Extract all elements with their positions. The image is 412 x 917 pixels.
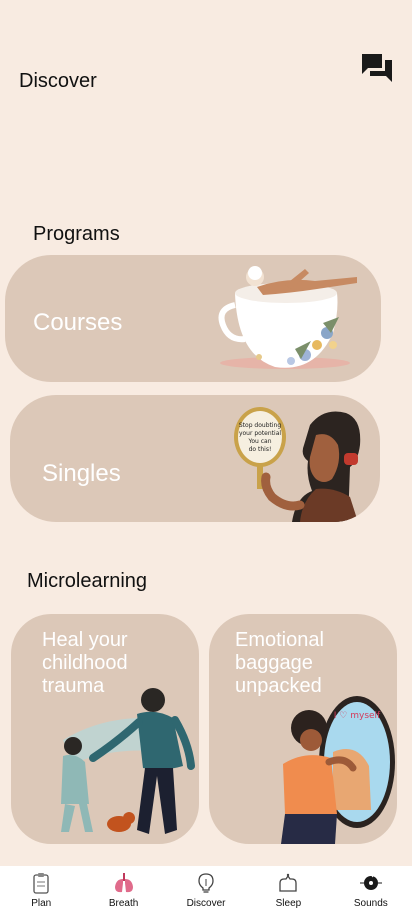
discover-screen: Discover Programs Courses Singles Stop d… xyxy=(0,0,412,917)
page-title: Discover xyxy=(19,70,97,92)
emotional-baggage-label: Emotional baggage unpacked xyxy=(235,629,324,697)
mirror-illustration: Stop doubting your potential You can do … xyxy=(234,407,361,522)
courses-label: Courses xyxy=(33,309,123,336)
emotional-baggage-card[interactable]: Emotional baggage unpacked I ♡ myself xyxy=(209,614,397,844)
svg-text:do this!: do this! xyxy=(249,446,272,453)
teacup-illustration xyxy=(218,266,357,369)
nav-sounds-label: Sounds xyxy=(353,898,388,909)
svg-text:You can: You can xyxy=(247,438,271,445)
nav-breath-label: Breath xyxy=(108,898,139,909)
svg-text:your potential: your potential xyxy=(239,430,281,437)
bottom-navigation: Plan Breath Discover Sleep Sounds xyxy=(0,866,412,917)
clipboard-icon xyxy=(33,873,49,894)
lightbulb-icon xyxy=(198,873,214,893)
sleep-icon xyxy=(279,873,298,892)
mirror-hug-illustration: I ♡ myself xyxy=(281,696,395,844)
lungs-icon xyxy=(114,873,133,893)
chat-bubbles-icon xyxy=(362,54,392,82)
nav-plan-label: Plan xyxy=(31,898,52,909)
nav-breath[interactable]: Breath xyxy=(82,866,164,917)
nav-discover-label: Discover xyxy=(186,898,226,909)
nav-sleep[interactable]: Sleep xyxy=(247,866,329,917)
singles-card[interactable]: Singles Stop doubting your potential You… xyxy=(10,395,380,522)
nav-sleep-label: Sleep xyxy=(275,898,302,909)
svg-text:I ♡ myself: I ♡ myself xyxy=(334,711,381,721)
chat-button[interactable] xyxy=(360,52,394,84)
microlearning-title: Microlearning xyxy=(27,570,148,592)
courses-card[interactable]: Courses xyxy=(5,255,381,382)
programs-title: Programs xyxy=(33,223,120,245)
nav-sounds[interactable]: Sounds xyxy=(330,866,412,917)
nav-discover[interactable]: Discover xyxy=(165,866,247,917)
walking-illustration xyxy=(61,688,195,834)
svg-text:Stop doubting: Stop doubting xyxy=(239,422,281,429)
music-disc-icon xyxy=(359,873,382,890)
nav-plan[interactable]: Plan xyxy=(0,866,82,917)
singles-label: Singles xyxy=(42,460,121,487)
heal-trauma-card[interactable]: Heal your childhood trauma xyxy=(11,614,199,844)
